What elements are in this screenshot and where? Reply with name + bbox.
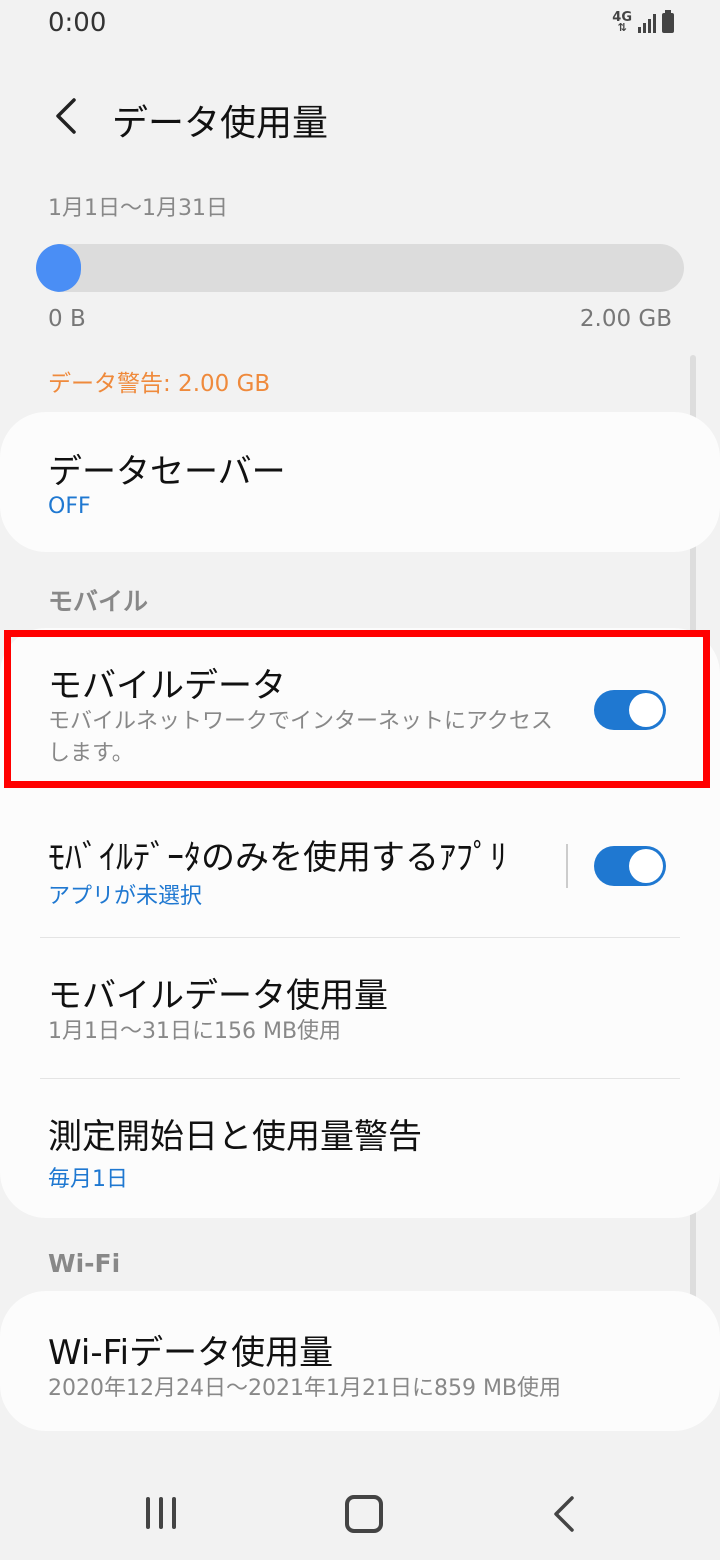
status-icons: 4G ⇅: [612, 10, 674, 34]
data-saver-title: データセーバー: [48, 452, 286, 492]
vertical-divider: [566, 844, 568, 888]
highlight-frame: [4, 630, 710, 788]
data-warning-label: データ警告: 2.00 GB: [48, 371, 271, 397]
mobile-only-apps-title: ﾓﾊﾞｲﾙﾃﾞｰﾀのみを使用するｱﾌﾟﾘ: [48, 838, 507, 878]
billing-cycle-subtitle: 毎月1日: [48, 1167, 128, 1192]
recents-icon[interactable]: [146, 1497, 176, 1529]
data-saver-card[interactable]: データセーバー OFF: [0, 412, 720, 552]
billing-cycle-title: 測定開始日と使用量警告: [48, 1117, 422, 1157]
toggle-knob: [629, 849, 663, 883]
mobile-data-usage-title: モバイルデータ使用量: [48, 976, 388, 1016]
network-type-icon: 4G ⇅: [612, 10, 632, 34]
data-saver-status: OFF: [48, 494, 91, 519]
usage-period: 1月1日〜1月31日: [48, 196, 228, 221]
signal-icon: [638, 13, 656, 33]
usage-progress-bar: [36, 244, 684, 292]
usage-range-max: 2.00 GB: [579, 306, 672, 332]
mobile-data-usage-subtitle: 1月1日〜31日に156 MB使用: [48, 1019, 342, 1044]
battery-icon: [662, 10, 674, 33]
mobile-data-usage-row[interactable]: モバイルデータ使用量 1月1日〜31日に156 MB使用: [0, 938, 720, 1078]
mobile-only-apps-subtitle: アプリが未選択: [48, 884, 203, 909]
mobile-only-apps-toggle[interactable]: [594, 846, 666, 886]
nav-back-icon[interactable]: [552, 1494, 576, 1534]
wifi-usage-card[interactable]: Wi-Fiデータ使用量 2020年12月24日〜2021年1月21日に859 M…: [0, 1291, 720, 1431]
home-icon[interactable]: [345, 1495, 383, 1533]
section-header-wifi: Wi-Fi: [48, 1249, 121, 1278]
wifi-usage-title: Wi-Fiデータ使用量: [48, 1333, 334, 1373]
billing-cycle-row[interactable]: 測定開始日と使用量警告 毎月1日: [0, 1079, 720, 1218]
wifi-usage-subtitle: 2020年12月24日〜2021年1月21日に859 MB使用: [48, 1376, 562, 1401]
status-time: 0:00: [48, 8, 107, 38]
back-arrow-icon[interactable]: [48, 96, 84, 136]
usage-range-min: 0 B: [48, 306, 86, 332]
mobile-only-apps-row[interactable]: ﾓﾊﾞｲﾙﾃﾞｰﾀのみを使用するｱﾌﾟﾘ アプリが未選択: [0, 798, 720, 936]
section-header-mobile: モバイル: [48, 587, 149, 616]
usage-progress-fill: [36, 244, 82, 292]
page-title: データ使用量: [112, 103, 329, 144]
